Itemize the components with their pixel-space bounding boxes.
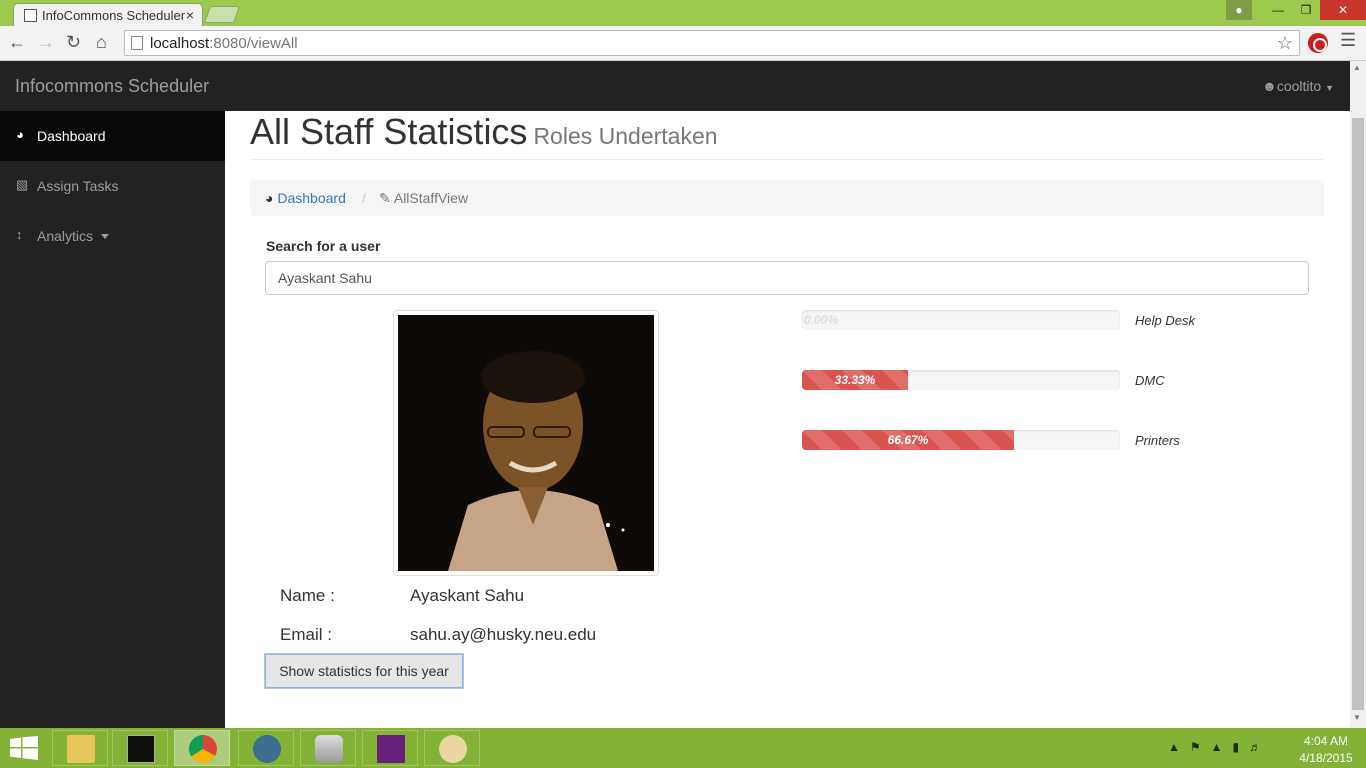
folder-icon — [67, 735, 95, 763]
system-tray[interactable]: ▲⚑▲▮♬ — [1168, 740, 1271, 754]
dashboard-icon: ◕ — [16, 127, 24, 142]
breadcrumb-home-label: Dashboard — [277, 190, 346, 206]
sidebar-item-analytics[interactable]: ↕ Analytics — [0, 211, 225, 261]
browser-tabstrip: InfoCommons Scheduler × ● — ❐ ✕ — [0, 0, 1366, 26]
new-tab-button[interactable] — [203, 6, 241, 23]
profile-photo — [398, 315, 654, 571]
page-icon — [131, 36, 143, 50]
taskbar-file-explorer[interactable] — [52, 730, 108, 766]
progress-bar-fill: 66.67% — [802, 430, 1014, 450]
sidebar: ◕ Dashboard ▧ Assign Tasks ↕ Analytics — [0, 111, 225, 728]
user-dropdown[interactable]: ☻cooltito ▼ — [1262, 78, 1334, 94]
restore-button[interactable]: ❐ — [1292, 0, 1320, 20]
profile-photo-illustration — [398, 315, 654, 571]
breadcrumb-separator: / — [362, 190, 366, 206]
reload-icon[interactable]: ↻ — [66, 32, 81, 53]
profile-icon[interactable]: ● — [1226, 0, 1252, 20]
minimize-button[interactable]: — — [1264, 0, 1292, 20]
taskbar-paint[interactable] — [424, 730, 480, 766]
sidebar-item-dashboard[interactable]: ◕ Dashboard — [0, 111, 225, 161]
dashboard-icon: ◕ — [265, 190, 274, 206]
sidebar-item-assign-tasks[interactable]: ▧ Assign Tasks — [0, 161, 225, 211]
sidebar-item-label: Assign Tasks — [37, 178, 119, 194]
system-clock[interactable]: 4:04 AM 4/18/2015 — [1296, 733, 1356, 767]
back-arrow-icon[interactable]: ← — [8, 32, 26, 53]
page-favicon-icon — [24, 9, 37, 22]
scroll-up-icon[interactable]: ▲ — [1353, 63, 1361, 72]
terminal-icon — [127, 735, 155, 763]
clock-time: 4:04 AM — [1303, 734, 1349, 748]
show-statistics-button[interactable]: Show statistics for this year — [265, 654, 463, 688]
dolphin-icon — [253, 735, 281, 763]
role-label-dmc: DMC — [1135, 373, 1165, 388]
progress-help-desk: 0.00% — [802, 310, 1120, 330]
progress-bar-fill: 0.00% — [804, 313, 839, 327]
role-label-help-desk: Help Desk — [1135, 313, 1195, 328]
breadcrumb-current-label: AllStaffView — [393, 190, 469, 206]
url-text: localhost:8080/viewAll — [150, 35, 298, 52]
breadcrumb-current: ✎ AllStaffView — [379, 190, 468, 207]
scroll-down-icon[interactable]: ▼ — [1353, 713, 1361, 722]
sidebar-item-label: Analytics — [37, 228, 94, 244]
breadcrumb: ◕ Dashboard / ✎ AllStaffView — [250, 180, 1324, 216]
taskbar-app-mysql-workbench[interactable] — [238, 730, 294, 766]
home-icon[interactable]: ⌂ — [96, 32, 107, 53]
brand-title[interactable]: Infocommons Scheduler — [15, 76, 209, 97]
progress-bar-fill: 33.33% — [802, 370, 908, 390]
sidebar-item-label: Dashboard — [37, 128, 106, 144]
breadcrumb-dashboard-link[interactable]: ◕ Dashboard — [265, 190, 346, 206]
name-label: Name : — [280, 586, 335, 605]
chrome-icon — [189, 735, 217, 763]
page-title-text: All Staff Statistics — [250, 111, 528, 152]
email-label: Email : — [280, 625, 332, 644]
email-value: sahu.ay@husky.neu.edu — [410, 625, 597, 644]
browser-tab[interactable]: InfoCommons Scheduler × — [13, 3, 203, 26]
taskbar-command-prompt[interactable] — [112, 730, 168, 766]
search-label: Search for a user — [266, 238, 381, 254]
windows-taskbar: ▲⚑▲▮♬ 4:04 AM 4/18/2015 — [0, 728, 1366, 768]
taskbar-app-database[interactable] — [300, 730, 356, 766]
user-icon: ☻ — [1262, 78, 1277, 94]
window-controls: ● — ❐ ✕ — [1226, 0, 1366, 20]
app-navbar: Infocommons Scheduler ☻cooltito ▼ — [0, 61, 1366, 111]
scrollbar-thumb[interactable] — [1352, 118, 1364, 710]
paint-palette-icon — [439, 735, 467, 763]
edit-icon: ✎ — [379, 190, 391, 206]
bar-chart-icon: ▧ — [16, 177, 29, 192]
name-value: Ayaskant Sahu — [410, 586, 525, 605]
url-host: localhost — [150, 35, 210, 52]
forward-arrow-icon[interactable]: → — [37, 32, 55, 53]
tab-title: InfoCommons Scheduler — [42, 8, 186, 23]
windows-start-icon[interactable] — [10, 736, 38, 760]
clock-date: 4/18/2015 — [1299, 751, 1353, 765]
page-subtitle: Roles Undertaken — [533, 123, 718, 149]
profile-photo-frame — [393, 310, 659, 576]
close-window-button[interactable]: ✕ — [1320, 0, 1366, 20]
role-label-printers: Printers — [1135, 433, 1180, 448]
page-header: All Staff Statistics Roles Undertaken — [250, 111, 1324, 160]
user-search-input[interactable] — [265, 261, 1309, 295]
taskbar-chrome[interactable] — [174, 730, 230, 766]
database-icon — [315, 735, 343, 763]
bookmark-star-icon[interactable]: ☆ — [1277, 33, 1293, 54]
tab-close-icon[interactable]: × — [186, 7, 194, 23]
progress-dmc: 33.33% — [802, 370, 1120, 390]
browser-menu-icon[interactable]: ☰ — [1340, 30, 1356, 51]
user-name: cooltito — [1276, 78, 1322, 94]
taskbar-visual-studio[interactable] — [362, 730, 418, 766]
resize-vertical-icon: ↕ — [16, 227, 23, 242]
caret-down-icon: ▼ — [1325, 83, 1334, 93]
progress-printers: 66.67% — [802, 430, 1120, 450]
page-title: All Staff Statistics Roles Undertaken — [250, 111, 718, 153]
address-bar[interactable]: localhost:8080/viewAll ☆ — [124, 30, 1300, 56]
url-path: :8080/viewAll — [209, 35, 298, 52]
extension-icon[interactable] — [1308, 33, 1328, 53]
chevron-down-icon — [101, 234, 109, 239]
browser-toolbar: ← → ↻ ⌂ localhost:8080/viewAll ☆ ☰ — [0, 26, 1366, 61]
visual-studio-icon — [377, 735, 405, 763]
